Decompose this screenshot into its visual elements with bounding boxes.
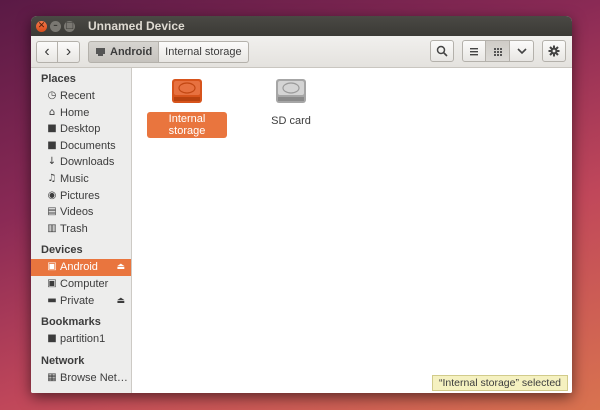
sidebar-item-partition1[interactable]: ■ partition1 [31,331,131,348]
sidebar-item-android[interactable]: ▣ Android ⏏ [31,259,131,276]
maximize-window-button[interactable]: □ [64,20,75,32]
search-button[interactable] [430,40,454,62]
back-button[interactable]: ‹ [36,40,58,63]
right-tools [430,40,566,62]
sidebar-item-computer[interactable]: ▣ Computer [31,276,131,293]
sidebar-item-label: Trash [60,222,88,235]
music-icon: ♫ [47,172,57,184]
sidebar-item-browse-network[interactable]: ▦ Browse Net… [31,370,131,387]
eject-android-button[interactable]: ⏏ [116,259,125,276]
sidebar-item-label: Home [60,106,90,119]
forward-button[interactable]: › [58,40,80,63]
sidebar-item-pictures[interactable]: ◉ Pictures [31,188,131,205]
window-title: Unnamed Device [88,19,185,33]
path-crumb-internal-storage[interactable]: Internal storage [159,40,249,63]
sidebar-item-recent[interactable]: ◷ Recent [31,88,131,105]
drive-icon [276,79,306,103]
path-crumb-android[interactable]: Android [88,40,160,63]
close-window-button[interactable]: ✕ [36,20,47,32]
file-manager-window: ✕ – □ Unnamed Device ‹ › Android Interna… [31,16,572,393]
settings-button[interactable] [542,40,566,62]
content-area: Places ◷ Recent ⌂ Home ■ Desktop ■ Docum… [31,68,572,393]
sidebar-item-label: Browse Net… [60,371,128,384]
download-icon: ↓ [47,156,57,168]
toolbar: ‹ › Android Internal storage [31,36,572,68]
sidebar-item-label: Pictures [60,189,100,202]
device-icon: ▣ [47,261,57,273]
sidebar-item-label: Desktop [60,123,101,136]
view-mode-group [462,40,534,62]
sidebar-item-trash[interactable]: ▥ Trash [31,221,131,238]
path-bar: Android Internal storage [88,40,249,63]
eject-private-button[interactable]: ⏏ [116,293,125,310]
sidebar-item-documents[interactable]: ■ Documents [31,138,131,155]
camera-icon: ◉ [47,189,57,201]
file-item-sd-card[interactable]: SD card [251,76,331,129]
folder-icon: ■ [47,333,57,345]
sidebar-item-label: Private [60,294,95,307]
sidebar-item-desktop[interactable]: ■ Desktop [31,121,131,138]
chevron-down-icon [516,47,527,54]
file-item-internal-storage[interactable]: Internal storage [147,76,227,139]
list-view-button[interactable] [462,40,486,62]
path-crumb-label: Internal storage [165,45,242,58]
minimize-window-button[interactable]: – [50,20,61,32]
sidebar-item-home[interactable]: ⌂ Home [31,105,131,122]
trash-icon: ▥ [47,222,57,234]
home-icon: ⌂ [48,106,56,118]
path-crumb-label: Android [110,45,153,58]
sidebar-item-downloads[interactable]: ↓ Downloads [31,154,131,171]
drive-icon: ▬ [47,294,57,306]
sidebar-item-label: partition1 [60,333,106,346]
sidebar-item-private[interactable]: ▬ Private ⏏ [31,293,131,310]
device-icon [96,47,105,56]
file-item-label: Internal storage [147,112,227,138]
network-icon: ▦ [47,371,57,383]
folder-icon: ■ [47,123,57,135]
sidebar-heading-devices: Devices [41,244,83,257]
navigation-group: ‹ › [36,40,80,63]
file-view: Internal storage SD card “Internal stora… [132,68,572,393]
gear-icon [548,45,560,57]
folder-icon: ■ [47,139,57,151]
sidebar: Places ◷ Recent ⌂ Home ■ Desktop ■ Docum… [31,68,132,393]
sidebar-item-videos[interactable]: ▤ Videos [31,204,131,221]
titlebar: ✕ – □ Unnamed Device [31,16,572,36]
sidebar-item-label: Computer [60,277,109,290]
view-options-button[interactable] [510,40,534,62]
clock-icon: ◷ [47,90,57,101]
sidebar-item-label: Videos [60,206,94,219]
computer-icon: ▣ [47,277,57,289]
search-icon [436,45,448,57]
status-overlay: “Internal storage” selected [432,375,568,391]
film-icon: ▤ [47,206,57,218]
sidebar-item-label: Music [60,172,89,185]
sidebar-item-label: Documents [60,139,116,152]
file-item-label: SD card [271,115,311,127]
sidebar-heading-bookmarks: Bookmarks [41,316,101,329]
sidebar-heading-network: Network [41,354,85,367]
sidebar-item-label: Recent [60,90,95,102]
sidebar-item-label: Android [60,261,98,274]
sidebar-item-label: Downloads [60,156,115,169]
drive-icon [172,79,202,103]
grid-view-icon [493,47,502,56]
list-view-icon [470,47,478,55]
sidebar-item-music[interactable]: ♫ Music [31,171,131,188]
sidebar-heading-places: Places [41,73,76,85]
grid-view-button[interactable] [486,40,510,62]
